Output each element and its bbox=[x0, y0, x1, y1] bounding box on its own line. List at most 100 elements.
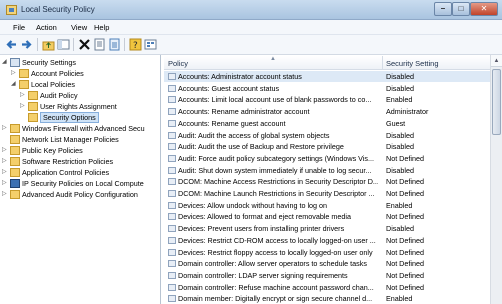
policy-security-setting: Administrator bbox=[386, 107, 429, 117]
policy-row[interactable]: Devices: Restrict CD-ROM access to local… bbox=[164, 235, 490, 246]
policy-row[interactable]: Audit: Audit the use of Backup and Resto… bbox=[164, 141, 490, 152]
back-arrow-icon[interactable] bbox=[5, 38, 18, 51]
policy-setting-icon bbox=[168, 271, 176, 279]
show-hide-tree-icon[interactable] bbox=[57, 38, 70, 51]
toolbar-separator bbox=[37, 38, 38, 51]
column-header-policy[interactable]: Policy bbox=[168, 59, 188, 68]
policy-name: Accounts: Rename guest account bbox=[178, 118, 286, 128]
policy-row[interactable]: DCOM: Machine Launch Restrictions in Sec… bbox=[164, 188, 490, 199]
policy-setting-icon bbox=[168, 131, 176, 139]
policy-security-setting: Enabled bbox=[386, 95, 413, 105]
policy-row[interactable]: Domain member: Digitally encrypt or sign… bbox=[164, 293, 490, 304]
policy-row[interactable]: Domain controller: Allow server operator… bbox=[164, 258, 490, 269]
expander-icon[interactable]: ▷ bbox=[2, 180, 9, 187]
policy-row[interactable]: Audit: Force audit policy subcategory se… bbox=[164, 153, 490, 164]
policy-name: Domain controller: LDAP server signing r… bbox=[178, 270, 348, 280]
expander-icon[interactable]: ▷ bbox=[20, 103, 27, 110]
policy-row[interactable]: Audit: Shut down system immediately if u… bbox=[164, 165, 490, 176]
policy-security-setting: Not Defined bbox=[386, 212, 424, 222]
sort-ascending-icon: ▲ bbox=[270, 56, 276, 62]
expander-icon[interactable]: ▷ bbox=[2, 191, 9, 198]
policy-name: Domain controller: Refuse machine accoun… bbox=[178, 282, 374, 292]
policy-setting-icon bbox=[168, 190, 176, 197]
list-header: Policy ▲ Security Setting bbox=[164, 56, 490, 70]
policy-list[interactable]: Policy ▲ Security Setting Accounts: Admi… bbox=[164, 55, 490, 304]
expander-icon[interactable]: ▷ bbox=[2, 147, 9, 154]
view-options-icon[interactable] bbox=[144, 38, 157, 51]
policy-security-setting: Enabled bbox=[386, 200, 413, 210]
policy-row[interactable]: Accounts: Rename administrator account Ad… bbox=[164, 106, 490, 117]
toolbar: ? bbox=[0, 35, 502, 55]
folder-icon bbox=[28, 91, 38, 100]
policy-row[interactable]: Devices: Restrict floppy access to local… bbox=[164, 247, 490, 258]
policy-row[interactable]: Domain controller: Refuse machine accoun… bbox=[164, 282, 490, 293]
policy-row[interactable]: Devices: Prevent users from installing p… bbox=[164, 223, 490, 234]
menu-action[interactable]: Action bbox=[36, 23, 57, 32]
column-divider[interactable] bbox=[382, 56, 383, 70]
policy-row[interactable]: DCOM: Machine Access Restrictions in Sec… bbox=[164, 176, 490, 187]
policy-setting-icon bbox=[168, 178, 176, 186]
security-policy-app-icon bbox=[6, 5, 17, 15]
policy-row[interactable]: Accounts: Guest account status Disabled bbox=[164, 83, 490, 94]
policy-name: Audit: Audit the use of Backup and Resto… bbox=[178, 142, 344, 152]
minimize-button[interactable]: – bbox=[434, 2, 452, 16]
toolbar-separator bbox=[73, 38, 74, 51]
policy-row[interactable]: Accounts: Rename guest account Guest bbox=[164, 118, 490, 129]
menu-file[interactable]: File bbox=[13, 23, 25, 32]
expander-icon[interactable]: ▷ bbox=[20, 92, 27, 99]
policy-setting-icon bbox=[168, 119, 176, 127]
expander-icon[interactable]: ▷ bbox=[2, 169, 9, 176]
expander-icon[interactable]: ▷ bbox=[2, 125, 9, 132]
export-list-icon[interactable] bbox=[108, 38, 121, 51]
policy-security-setting: Disabled bbox=[386, 83, 414, 93]
policy-security-setting: Disabled bbox=[386, 72, 414, 81]
expander-icon[interactable]: ▷ bbox=[11, 70, 18, 77]
policy-setting-icon bbox=[168, 295, 176, 303]
policy-name: Domain controller: Allow server operator… bbox=[178, 259, 367, 269]
policy-setting-icon bbox=[168, 143, 176, 151]
scroll-thumb[interactable] bbox=[492, 69, 501, 135]
folder-icon bbox=[10, 190, 20, 199]
policy-name: Devices: Restrict CD-ROM access to local… bbox=[178, 235, 376, 245]
security-settings-icon bbox=[10, 58, 20, 67]
maximize-button[interactable]: □ bbox=[452, 2, 470, 16]
policy-row[interactable]: Audit: Audit the access of global system… bbox=[164, 130, 490, 141]
column-header-security-setting[interactable]: Security Setting bbox=[386, 59, 439, 68]
policy-row[interactable]: Domain controller: LDAP server signing r… bbox=[164, 270, 490, 281]
folder-icon bbox=[10, 135, 20, 144]
navigation-tree[interactable]: ◢ Security Settings ▷ Account Policies ◢… bbox=[0, 55, 161, 304]
policy-name: Devices: Allow undock without having to … bbox=[178, 200, 328, 210]
vertical-scrollbar[interactable]: ▲ bbox=[490, 55, 502, 304]
policy-name: DCOM: Machine Launch Restrictions in Sec… bbox=[178, 189, 375, 198]
policy-row[interactable]: Accounts: Administrator account status Di… bbox=[164, 71, 490, 82]
policy-row[interactable]: Devices: Allowed to format and eject rem… bbox=[164, 211, 490, 222]
policy-name: Accounts: Guest account status bbox=[178, 83, 280, 93]
forward-arrow-icon[interactable] bbox=[20, 38, 33, 51]
policy-setting-icon bbox=[168, 154, 176, 162]
menu-help[interactable]: Help bbox=[94, 23, 109, 32]
policy-name: Audit: Force audit policy subcategory se… bbox=[178, 153, 375, 163]
help-icon[interactable]: ? bbox=[129, 38, 142, 51]
folder-icon bbox=[10, 124, 20, 133]
policy-name: Devices: Allowed to format and eject rem… bbox=[178, 212, 351, 222]
policy-name: Accounts: Administrator account status bbox=[178, 72, 302, 81]
policy-setting-icon bbox=[168, 236, 176, 244]
delete-icon[interactable] bbox=[78, 38, 91, 51]
folder-icon bbox=[10, 168, 20, 177]
expander-icon[interactable]: ◢ bbox=[11, 81, 18, 88]
up-folder-icon[interactable] bbox=[42, 38, 55, 51]
policy-security-setting: Enabled bbox=[386, 294, 413, 304]
close-button[interactable]: ✕ bbox=[470, 2, 498, 16]
scroll-up-arrow-icon[interactable]: ▲ bbox=[491, 55, 502, 67]
policy-name: Devices: Restrict floppy access to local… bbox=[178, 247, 373, 257]
policy-row[interactable]: Accounts: Limit local account use of bla… bbox=[164, 94, 490, 105]
properties-icon[interactable] bbox=[93, 38, 106, 51]
policy-row[interactable]: Devices: Allow undock without having to … bbox=[164, 200, 490, 211]
menu-view[interactable]: View bbox=[71, 23, 87, 32]
policy-name: Accounts: Rename administrator account bbox=[178, 107, 310, 117]
policy-setting-icon bbox=[168, 108, 176, 116]
expander-icon[interactable]: ◢ bbox=[2, 59, 9, 66]
policy-name: Accounts: Limit local account use of bla… bbox=[178, 95, 372, 105]
folder-open-icon bbox=[19, 80, 29, 89]
expander-icon[interactable]: ▷ bbox=[2, 158, 9, 165]
